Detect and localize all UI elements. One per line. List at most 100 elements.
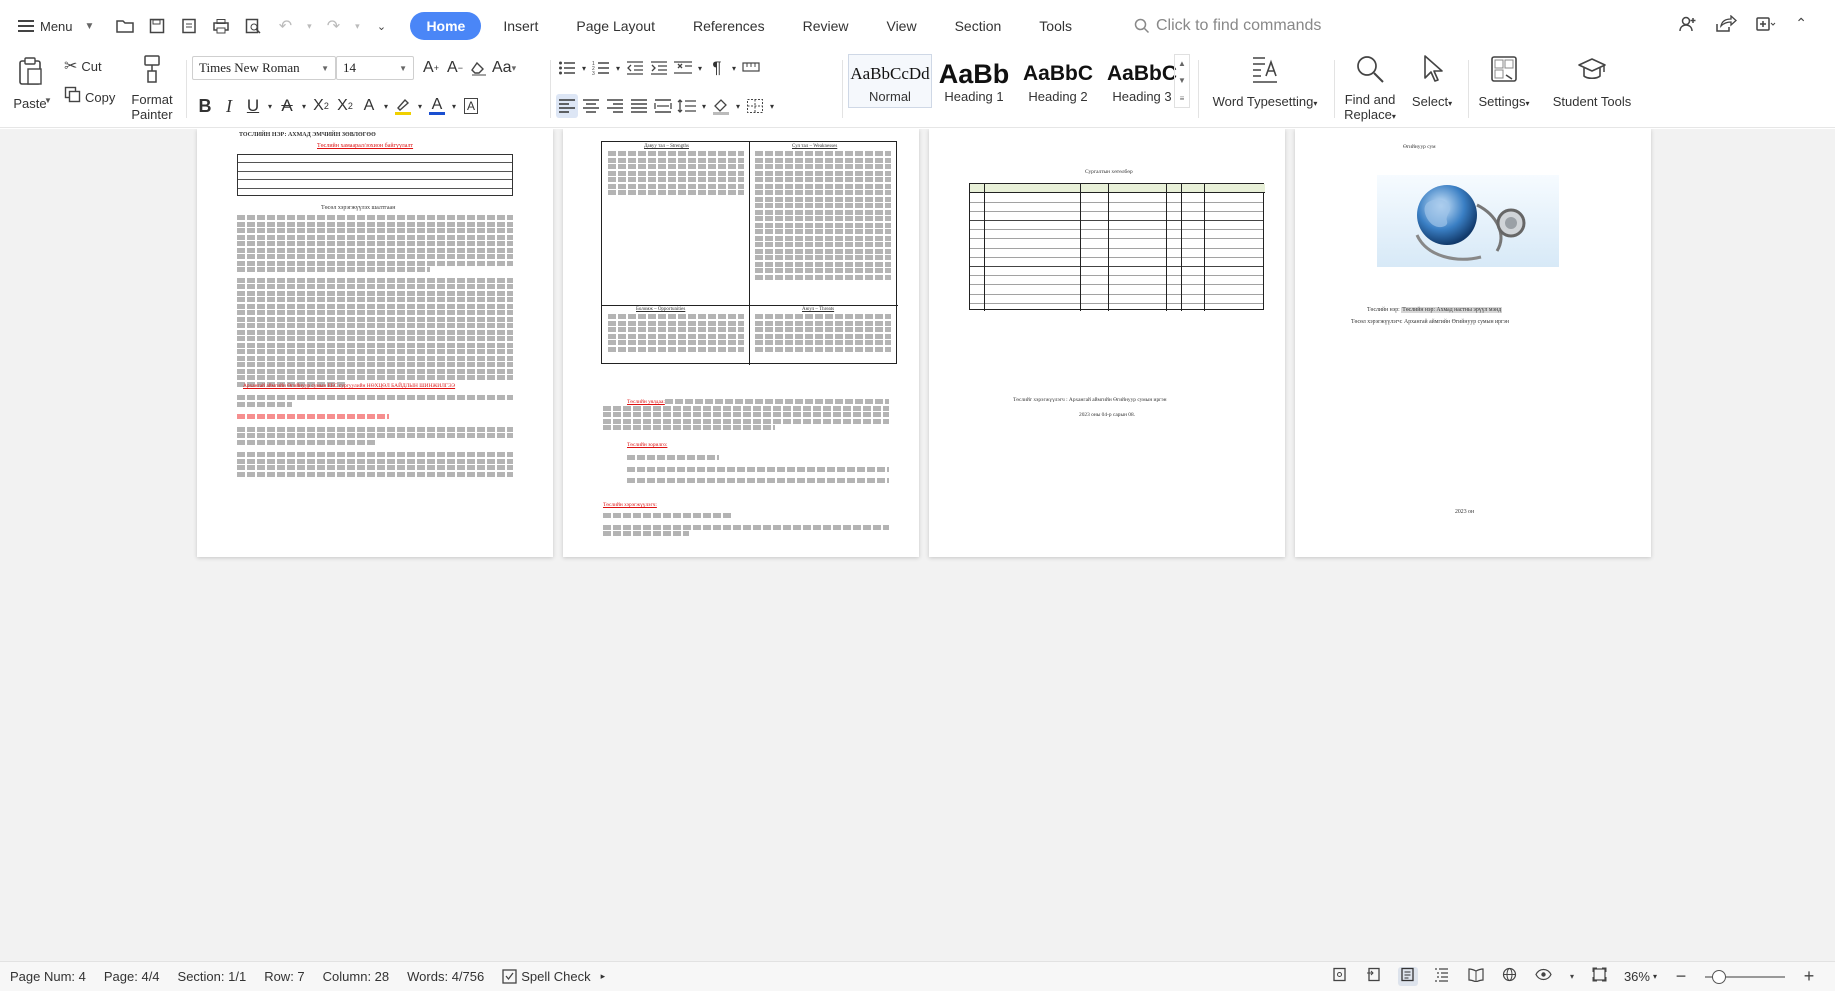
text-effects-icon[interactable]: A xyxy=(358,94,380,118)
print-layout-icon[interactable] xyxy=(1397,967,1418,986)
expand-styles-icon[interactable]: ≡ xyxy=(1180,94,1185,103)
print-icon[interactable] xyxy=(208,13,234,39)
align-left-icon[interactable] xyxy=(556,94,578,118)
fit-page-icon[interactable] xyxy=(1590,967,1610,986)
document-canvas[interactable]: ТОСЛИЙН НЭР: АХМАД ЭМЧИЙН ЗӨВЛӨГӨӨ Төсли… xyxy=(0,129,1835,961)
redo-dropdown-icon[interactable]: ▾ xyxy=(352,13,362,39)
text-effects-dropdown-icon[interactable]: ▾ xyxy=(382,94,390,118)
format-painter-button[interactable]: Format Painter xyxy=(126,54,178,122)
zoom-slider[interactable] xyxy=(1705,969,1785,984)
open-folder-icon[interactable] xyxy=(112,13,138,39)
outline-view-icon[interactable] xyxy=(1432,967,1452,986)
strikethrough-icon[interactable]: A xyxy=(276,94,298,118)
decrease-indent-icon[interactable] xyxy=(624,56,646,80)
cut-button[interactable]: ✂ Cut xyxy=(64,56,102,76)
share-icon[interactable] xyxy=(1715,14,1738,38)
chinese-layout-icon[interactable] xyxy=(672,56,694,80)
style-normal[interactable]: AaBbCcDd Normal xyxy=(848,54,932,108)
tab-review[interactable]: Review xyxy=(787,12,865,40)
underline-icon[interactable]: U xyxy=(242,94,264,118)
change-case-icon[interactable]: Aa ▾ xyxy=(492,56,516,80)
protect-doc-icon[interactable] xyxy=(1330,967,1350,986)
distributed-icon[interactable] xyxy=(652,94,674,118)
align-center-icon[interactable] xyxy=(580,94,602,118)
status-row[interactable]: Row: 7 xyxy=(264,969,304,984)
paragraph-mark-icon[interactable]: ¶ xyxy=(706,56,728,80)
eye-protection-dropdown-icon[interactable]: ▾ xyxy=(1568,972,1576,981)
font-color-icon[interactable]: A xyxy=(426,94,448,118)
redo-icon[interactable]: ↷ xyxy=(320,13,346,39)
tab-view[interactable]: View xyxy=(870,12,932,40)
tab-page-layout[interactable]: Page Layout xyxy=(560,12,671,40)
shading-dropdown-icon[interactable]: ▾ xyxy=(734,94,742,118)
style-heading-3[interactable]: AaBbC Heading 3 xyxy=(1100,54,1184,108)
menu-button[interactable]: Menu ▼ xyxy=(10,11,102,41)
word-typesetting-button[interactable]: Word Typesetting▾ xyxy=(1206,54,1324,111)
chinese-layout-dropdown-icon[interactable]: ▾ xyxy=(696,56,704,80)
export-pdf-icon[interactable] xyxy=(176,13,202,39)
numbered-list-icon[interactable]: 123 xyxy=(590,56,612,80)
status-page[interactable]: Page: 4/4 xyxy=(104,969,160,984)
underline-dropdown-icon[interactable]: ▾ xyxy=(266,94,274,118)
bullet-dropdown-icon[interactable]: ▾ xyxy=(580,56,588,80)
reading-mode-icon[interactable] xyxy=(1466,967,1486,986)
undo-dropdown-icon[interactable]: ▾ xyxy=(304,13,314,39)
tab-section[interactable]: Section xyxy=(939,12,1018,40)
italic-icon[interactable]: I xyxy=(218,94,240,118)
undo-icon[interactable]: ↶ xyxy=(272,13,298,39)
zoom-slider-knob[interactable] xyxy=(1712,969,1727,984)
print-preview-icon[interactable] xyxy=(240,13,266,39)
zoom-out-icon[interactable]: − xyxy=(1671,966,1691,987)
font-size-select[interactable]: 14 ▼ xyxy=(336,56,414,80)
status-section[interactable]: Section: 1/1 xyxy=(178,969,247,984)
document-page-1[interactable]: ТОСЛИЙН НЭР: АХМАД ЭМЧИЙН ЗӨВЛӨГӨӨ Төсли… xyxy=(197,129,553,557)
numbered-dropdown-icon[interactable]: ▾ xyxy=(614,56,622,80)
zoom-level[interactable]: 36% ▾ xyxy=(1624,969,1657,984)
bold-icon[interactable]: B xyxy=(194,94,216,118)
align-right-icon[interactable] xyxy=(604,94,626,118)
increase-indent-icon[interactable] xyxy=(648,56,670,80)
spell-check-button[interactable]: Spell Check ▸ xyxy=(502,969,605,984)
tab-tools[interactable]: Tools xyxy=(1023,12,1088,40)
paste-button[interactable]: Paste xyxy=(12,56,48,111)
status-words[interactable]: Words: 4/756 xyxy=(407,969,484,984)
font-color-dropdown-icon[interactable]: ▾ xyxy=(450,94,458,118)
paste-dropdown-icon[interactable]: ▼ xyxy=(44,96,52,105)
highlight-dropdown-icon[interactable]: ▾ xyxy=(416,94,424,118)
increase-font-icon[interactable]: A + xyxy=(420,56,442,80)
justify-icon[interactable] xyxy=(628,94,650,118)
document-page-2[interactable]: Давуу тал – Strengths Сул тал – Weakness… xyxy=(563,129,919,557)
style-heading-1[interactable]: AaBb Heading 1 xyxy=(932,54,1016,108)
font-name-select[interactable]: Times New Roman ▼ xyxy=(192,56,336,80)
more-options-icon[interactable] xyxy=(1755,15,1777,38)
tab-stops-icon[interactable] xyxy=(740,56,762,80)
status-page-num[interactable]: Page Num: 4 xyxy=(10,969,86,984)
subscript-icon[interactable]: X2 xyxy=(334,94,356,118)
styles-scroll[interactable]: ▲ ▼ ≡ xyxy=(1174,54,1190,108)
doc-backup-icon[interactable] xyxy=(1364,967,1384,986)
line-spacing-icon[interactable] xyxy=(676,94,698,118)
highlight-icon[interactable] xyxy=(392,94,414,118)
clear-format-icon[interactable] xyxy=(468,56,490,80)
scroll-down-icon[interactable]: ▼ xyxy=(1178,76,1186,85)
style-heading-2[interactable]: AaBbC Heading 2 xyxy=(1016,54,1100,108)
document-page-3[interactable]: Сургалтын хөтөлбөр Төслийг хэрэгжүүлэгч … xyxy=(929,129,1285,557)
tab-references[interactable]: References xyxy=(677,12,781,40)
collapse-ribbon-icon[interactable]: ⌃ xyxy=(1795,15,1807,38)
superscript-icon[interactable]: X2 xyxy=(310,94,332,118)
settings-button[interactable]: Settings▾ xyxy=(1474,54,1534,111)
find-replace-button[interactable]: Find and Replace▾ xyxy=(1338,54,1402,124)
scroll-up-icon[interactable]: ▲ xyxy=(1178,59,1186,68)
eye-protection-icon[interactable] xyxy=(1534,967,1554,986)
decrease-font-icon[interactable]: A − xyxy=(444,56,466,80)
customize-toolbar-icon[interactable]: ⌄ xyxy=(368,13,394,39)
copy-button[interactable]: Copy xyxy=(64,86,115,108)
borders-icon[interactable] xyxy=(744,94,766,118)
tab-insert[interactable]: Insert xyxy=(487,12,554,40)
add-user-icon[interactable] xyxy=(1679,15,1697,38)
command-search[interactable]: Click to find commands xyxy=(1134,17,1321,35)
line-spacing-dropdown-icon[interactable]: ▾ xyxy=(700,94,708,118)
student-tools-button[interactable]: Student Tools xyxy=(1546,54,1638,109)
borders-dropdown-icon[interactable]: ▾ xyxy=(768,94,776,118)
shading-icon[interactable] xyxy=(710,94,732,118)
